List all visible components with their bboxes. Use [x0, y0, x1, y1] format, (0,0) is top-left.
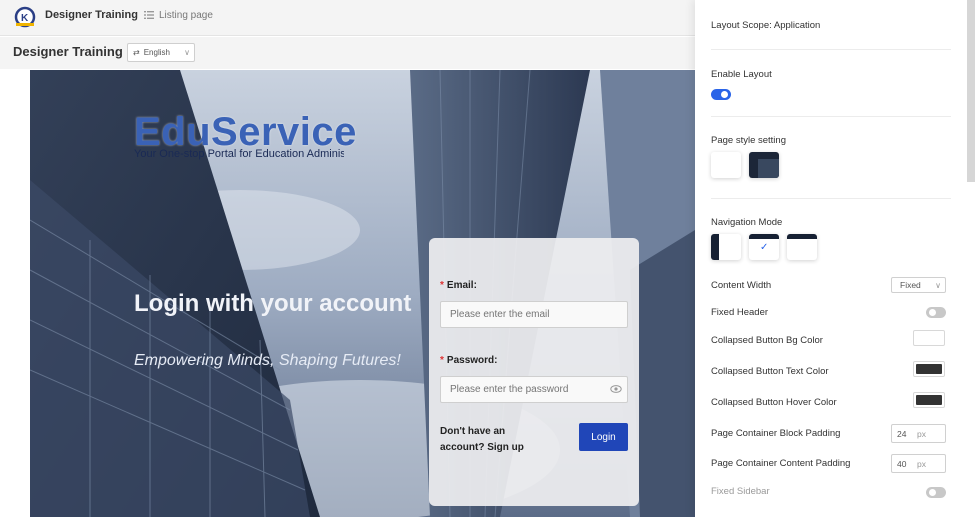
navigation-mode-label: Navigation Mode — [711, 217, 783, 228]
unit-label: px — [917, 458, 926, 469]
check-icon: ✓ — [760, 242, 769, 253]
fixed-sidebar-label: Fixed Sidebar — [711, 486, 770, 497]
page-header: Designer Training ⇄ English ∨ — [0, 37, 695, 69]
list-icon — [144, 11, 154, 19]
collapsed-bg-label: Collapsed Button Bg Color — [711, 335, 823, 346]
block-padding-input[interactable]: 24 px — [891, 424, 946, 443]
svg-text:K: K — [21, 13, 29, 24]
chevron-down-icon: ∨ — [935, 280, 941, 290]
mix-nav-option[interactable] — [787, 234, 817, 260]
collapsed-bg-color-picker[interactable] — [913, 330, 945, 346]
collapsed-text-label: Collapsed Button Text Color — [711, 366, 829, 377]
scrollbar-thumb[interactable] — [967, 0, 975, 182]
language-select[interactable]: ⇄ English ∨ — [127, 43, 195, 62]
brand-subtitle: Your One-stop Portal for Education Admin… — [134, 148, 344, 160]
content-padding-input[interactable]: 40 px — [891, 454, 946, 473]
enable-layout-label: Enable Layout — [711, 69, 772, 80]
content-width-label: Content Width — [711, 280, 772, 291]
top-header: K Designer Training Listing page — [0, 0, 695, 36]
enable-layout-toggle[interactable] — [711, 89, 731, 100]
translate-icon: ⇄ — [133, 48, 140, 57]
fixed-header-toggle[interactable] — [926, 307, 946, 318]
top-nav-option[interactable]: ✓ — [749, 234, 779, 260]
page-style-label: Page style setting — [711, 135, 786, 146]
layout-settings-panel: Layout Scope: Application Enable Layout … — [695, 0, 975, 517]
content-width-value: Fixed — [900, 280, 921, 290]
dark-style-option[interactable] — [749, 152, 779, 178]
collapsed-hover-label: Collapsed Button Hover Color — [711, 397, 837, 408]
signup-link[interactable]: Don't have an account? Sign up — [440, 424, 540, 456]
login-card: *Email: *Password: Don't have an account… — [429, 238, 639, 506]
app-title[interactable]: Designer Training — [45, 9, 138, 21]
layout-scope-label: Layout Scope: Application — [711, 20, 821, 31]
email-label: * Email: — [440, 280, 477, 291]
language-value: English — [143, 48, 170, 57]
block-padding-label: Page Container Block Padding — [711, 428, 841, 439]
chevron-down-icon: ∨ — [184, 48, 190, 57]
fixed-sidebar-toggle[interactable] — [926, 487, 946, 498]
divider — [711, 198, 951, 199]
content-padding-label: Page Container Content Padding — [711, 458, 851, 469]
app-root: K Designer Training Listing page Designe… — [0, 0, 975, 517]
login-button[interactable]: Login — [579, 423, 628, 451]
side-nav-option[interactable] — [711, 234, 741, 260]
email-field[interactable] — [440, 301, 628, 328]
content-width-select[interactable]: Fixed ∨ — [891, 277, 946, 293]
divider — [711, 116, 951, 117]
collapsed-text-color-picker[interactable] — [913, 361, 945, 377]
login-heading: Login with your account — [134, 290, 412, 317]
eye-icon[interactable] — [610, 384, 622, 394]
password-label: * Password: — [440, 355, 498, 366]
divider — [711, 49, 951, 50]
password-field[interactable] — [440, 376, 628, 403]
light-style-option[interactable] — [711, 152, 741, 178]
unit-label: px — [917, 428, 926, 439]
hero-tagline: Empowering Minds, Shaping Futures! — [134, 352, 401, 369]
fixed-header-label: Fixed Header — [711, 307, 769, 318]
nav-item-listing-page[interactable]: Listing page — [159, 10, 213, 21]
password-field-wrapper — [429, 376, 639, 403]
collapsed-hover-color-picker[interactable] — [913, 392, 945, 408]
app-logo-icon[interactable]: K — [13, 6, 37, 28]
page-title: Designer Training — [13, 44, 123, 59]
